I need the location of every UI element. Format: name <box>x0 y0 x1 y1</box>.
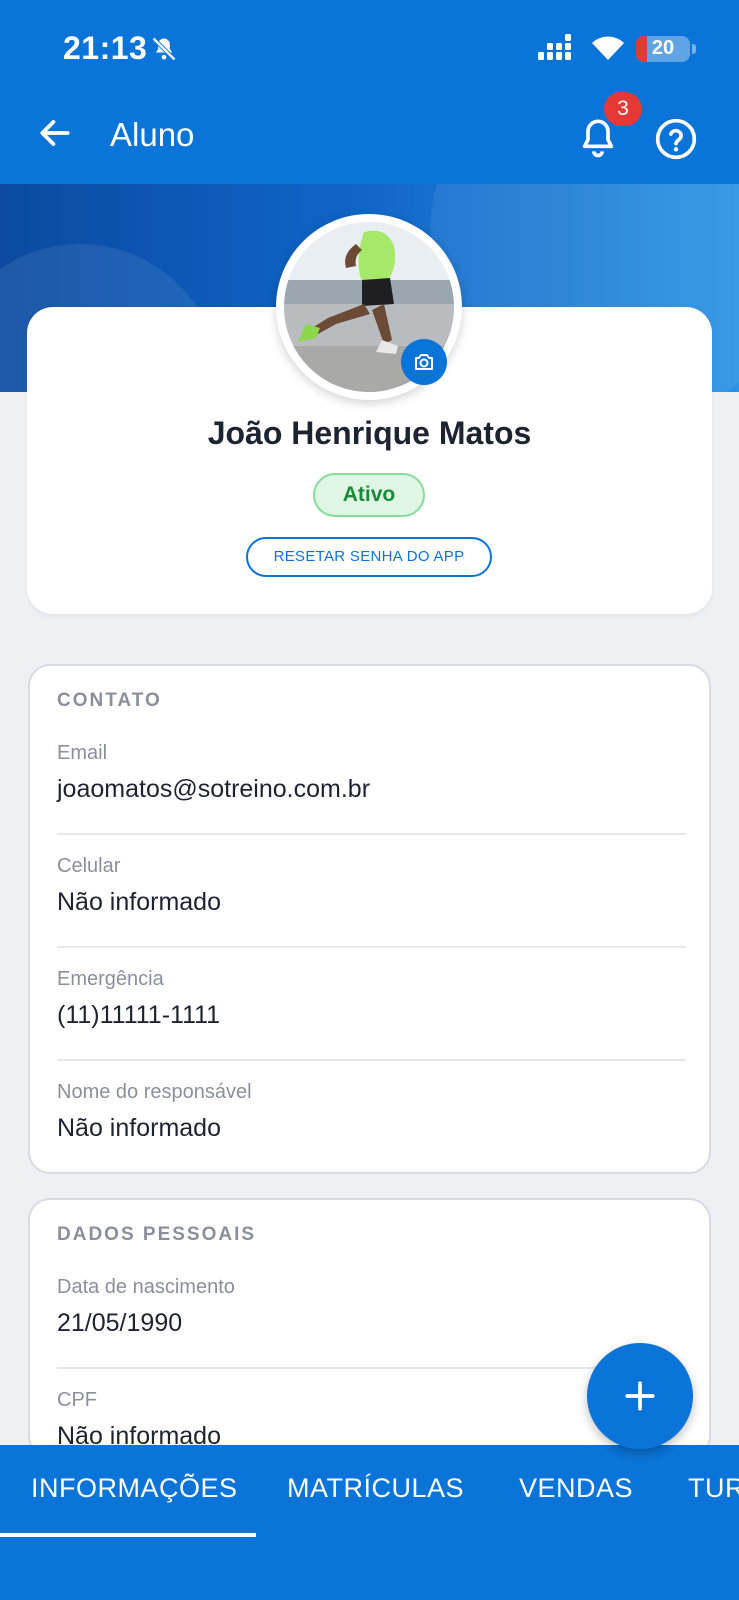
battery-tip <box>692 44 696 54</box>
section-title-contato: CONTATO <box>57 690 162 711</box>
field-value: 21/05/1990 <box>57 1309 183 1337</box>
field-value: Não informado <box>57 1114 221 1142</box>
field-label: Nome do responsável <box>57 1081 252 1103</box>
battery-level: 20 <box>651 37 675 59</box>
contact-card: CONTATO Email joaomatos@sotreino.com.br … <box>28 664 711 1174</box>
battery-icon: 20 <box>636 36 690 62</box>
add-button[interactable] <box>587 1343 693 1449</box>
field-label: Email <box>57 742 108 764</box>
field-data-nascimento: Data de nascimento 21/05/1990 <box>57 1276 686 1338</box>
tab-informacoes[interactable]: INFORMAÇÕES <box>31 1473 238 1504</box>
field-responsavel: Nome do responsável Não informado <box>57 1081 686 1143</box>
divider <box>57 833 686 835</box>
notification-badge: 3 <box>604 92 642 126</box>
back-arrow-icon[interactable] <box>36 114 74 152</box>
status-badge: Ativo <box>313 473 425 517</box>
section-title-dados-pessoais: DADOS PESSOAIS <box>57 1224 257 1245</box>
field-celular: Celular Não informado <box>57 855 686 917</box>
plus-icon <box>625 1381 655 1411</box>
bottom-tab-bar: INFORMAÇÕES MATRÍCULAS VENDAS TURMAS <box>0 1445 739 1600</box>
camera-icon <box>415 354 433 370</box>
status-time: 21:13 <box>63 30 148 66</box>
field-emergencia: Emergência (11)11111-1111 <box>57 968 686 1030</box>
bell-off-icon <box>152 37 176 61</box>
signal-icon <box>538 34 571 60</box>
tab-turmas[interactable]: TURMAS <box>688 1473 739 1504</box>
field-email: Email joaomatos@sotreino.com.br <box>57 742 686 804</box>
field-value: joaomatos@sotreino.com.br <box>57 775 371 803</box>
tab-vendas[interactable]: VENDAS <box>519 1473 633 1504</box>
field-label: Emergência <box>57 968 164 990</box>
divider <box>57 1059 686 1061</box>
divider <box>57 946 686 948</box>
page-title: Aluno <box>110 116 195 153</box>
tab-matriculas[interactable]: MATRÍCULAS <box>287 1473 464 1504</box>
field-label: Celular <box>57 855 121 877</box>
reset-password-button[interactable]: RESETAR SENHA DO APP <box>246 537 492 577</box>
status-bar: 21:13 20 <box>0 0 739 92</box>
field-value: Não informado <box>57 888 221 916</box>
divider <box>57 1367 686 1369</box>
wifi-icon <box>592 36 624 60</box>
student-name: João Henrique Matos <box>207 415 532 451</box>
field-label: Data de nascimento <box>57 1276 235 1298</box>
active-tab-indicator <box>0 1533 256 1537</box>
change-photo-button[interactable] <box>401 339 447 385</box>
help-icon[interactable] <box>654 117 698 161</box>
field-value: (11)11111-1111 <box>57 1001 221 1029</box>
